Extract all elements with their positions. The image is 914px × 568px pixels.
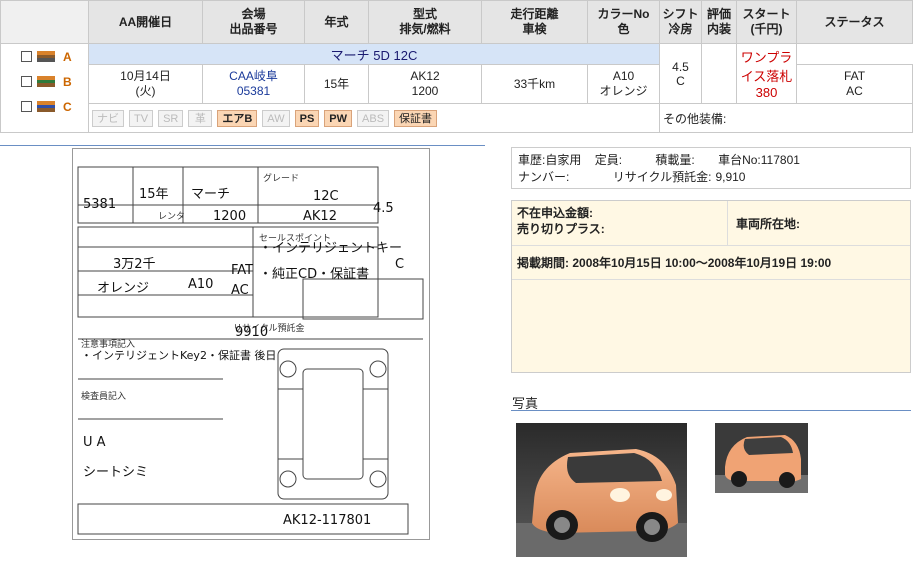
option-chip: 革 [188,109,213,127]
header-blank [0,0,89,44]
header-color: カラーNo 色 [587,0,660,44]
sheet-interior: C [395,257,405,272]
period-label: 掲載期間: [517,256,569,270]
sheet-selling-1: ・インテリジェントキー [259,241,403,256]
mileage-value: 33千km [481,64,588,104]
sheet-marks-1: U A [83,435,106,450]
chassis-value: 117801 [760,153,800,167]
auction-table: AA開催日 会場 出品番号 年式 型式 排気/燃料 走行距離 車検 カラーNo 色 シフ… [0,0,913,133]
sheet-color-no: A10 [188,277,214,292]
period-value: 2008年10月15日 10:00～2008年10月19日 19:00 [572,256,832,270]
color-value: A10 オレンジ [587,64,660,104]
shift-value: FAT AC [796,64,913,104]
flag-b-icon [37,76,55,88]
recycle-value: 9,910 [715,170,746,184]
header-model: 型式 排気/燃料 [368,0,482,44]
score-cell: 4.5 C [659,43,702,104]
flag-a-label: A [63,49,72,64]
history-value: 自家用 [545,153,582,167]
other-equipment: その他装備: [659,103,913,133]
sheet-cc: 1200 [213,209,247,224]
interior-value: C [676,73,685,88]
sheet-marks-2: シートシミ [83,465,149,480]
vehicle-name-row: A B C マーチ 5D 12C 4.5 C ワンプライス落札 380 [0,43,913,133]
flag-c-label: C [63,99,72,114]
header-shift: シフト 冷房 [659,0,702,44]
sheet-shift: FAT [231,263,254,278]
option-chip: ナビ [92,109,124,127]
sheet-model: AK12 [303,209,337,224]
sheet-year: 15年 [139,187,169,202]
option-chip: エアB [217,109,258,127]
absentee-box: 不在申込金額: 売り切りプラス: 車両所在地: 掲載期間: 2008年10月15日… [511,200,911,373]
sheet-note: ・インテリジェントKey2・保証書 後日 [81,349,277,362]
option-chip: PW [324,109,353,127]
auction-date: 10月14日 (火) [88,64,203,104]
sheet-mileage: 3万2千 [113,257,156,272]
flag-a-icon [37,51,55,63]
location-label: 車両所在地: [736,217,800,231]
sheet-color: オレンジ [97,281,150,296]
flag-b-checkbox[interactable] [21,76,32,87]
option-chip: PS [294,109,320,127]
option-chip: SR [158,109,184,127]
flag-c-checkbox[interactable] [21,101,32,112]
lot-link[interactable]: 05381 [237,84,270,98]
sheet-grade-label: グレード [263,174,300,184]
options-row: ナビ TV SR 革エアB AW PS PW ABS 保証書 その他装備: [1,103,913,133]
option-chip: ABS [357,109,390,127]
flag-row-a[interactable]: A [1,44,88,69]
flag-row-c[interactable]: C [1,94,88,119]
section-divider [0,145,485,146]
header-date: AA開催日 [88,0,203,44]
header-mileage: 走行距離 車検 [481,0,588,44]
start-price-cell [701,43,737,104]
venue-link[interactable]: CAA岐阜 [229,69,278,83]
auction-sheet-image[interactable]: 5381 15年 マーチ グレード 12C レンタ 1200 AK12 4.5 … [72,148,430,540]
flag-selector: A B C [0,43,89,133]
header-venue: 会場 出品番号 [202,0,305,44]
sell-plus-label: 売り切りプラス: [517,222,605,236]
header-start: スタート (千円) [736,0,797,44]
car-photo-rear[interactable] [715,423,808,493]
model-value: AK12 1200 [368,64,482,104]
sheet-ac: AC [231,283,249,298]
flag-a-checkbox[interactable] [21,51,32,62]
options-spacer [481,103,660,133]
photos-divider [511,410,911,411]
sheet-rental-label: レンタ [158,212,186,222]
sheet-lot: 5381 [83,197,117,212]
sheet-chassis: AK12-117801 [283,513,372,528]
table-header-row: AA開催日 会場 出品番号 年式 型式 排気/燃料 走行距離 車検 カラーNo 色 シフ… [0,0,913,44]
header-status: ステータス [796,0,913,44]
absentee-bid-label: 不在申込金額: [517,206,593,220]
venue-lot[interactable]: CAA岐阜 05381 [202,64,305,104]
sheet-selling-2: ・純正CD・保証書 [259,267,370,282]
status-text: ワンプライス落札 [740,50,793,84]
flag-row-b[interactable]: B [1,69,88,94]
flag-b-label: B [63,74,72,89]
sheet-inspect-label: 検査員記入 [81,392,127,402]
flag-c-icon [37,101,55,113]
sheet-name: マーチ [191,187,231,202]
header-eval: 評価 内装 [701,0,737,44]
options-list: ナビ TV SR 革エアB AW PS PW ABS 保証書 [89,109,482,127]
year-value: 15年 [304,64,369,104]
option-chip: 保証書 [394,109,438,127]
status-price: 380 [755,85,778,100]
option-chip: AW [262,109,290,127]
options-cell: ナビ TV SR 革エアB AW PS PW ABS 保証書 [88,103,482,133]
vehicle-name: マーチ 5D 12C [88,43,660,65]
sheet-grade: 12C [313,189,339,204]
option-chip: TV [129,109,154,127]
score-value: 4.5 [672,59,689,74]
header-year: 年式 [304,0,369,44]
status-cell: ワンプライス落札 380 [736,43,797,104]
sheet-recycle: 9910 [235,325,269,340]
sheet-score: 4.5 [373,201,394,216]
car-photo-front[interactable] [516,423,687,557]
vehicle-details-box: 車歴:自家用 定員: 積載量: 車台No:117801 ナンバー: リサイクル預… [511,147,911,189]
